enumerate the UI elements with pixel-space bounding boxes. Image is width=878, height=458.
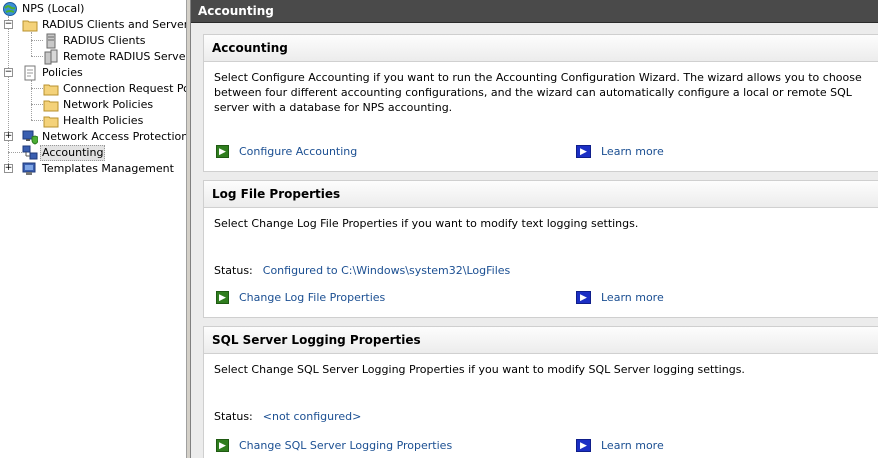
tree-line	[8, 16, 9, 168]
tree-item-label: Network Policies	[63, 98, 154, 111]
learn-more-link[interactable]: ▶ Learn more	[576, 439, 664, 452]
log-file-properties-panel: Log File Properties Select Change Log Fi…	[203, 180, 878, 318]
status-label: Status:	[214, 264, 253, 277]
sql-server-logging-panel: SQL Server Logging Properties Select Cha…	[203, 326, 878, 458]
panel-description: Select Configure Accounting if you want …	[214, 71, 862, 114]
accounting-computers-icon	[22, 145, 38, 161]
accounting-panel: Accounting Select Configure Accounting i…	[203, 34, 878, 172]
blue-arrow-icon: ▶	[576, 439, 591, 452]
expand-toggle[interactable]: +	[4, 132, 13, 141]
learn-more-label: Learn more	[601, 145, 664, 158]
panel-title: Log File Properties	[204, 181, 878, 208]
panel-title: SQL Server Logging Properties	[204, 327, 878, 354]
tree-item-label: Health Policies	[63, 114, 144, 127]
tree-item-policies[interactable]: Policies	[22, 65, 85, 81]
tree-item-label: Remote RADIUS Server G	[63, 50, 186, 63]
learn-more-label: Learn more	[601, 291, 664, 304]
folder-icon	[22, 17, 38, 33]
tree-line	[31, 40, 43, 41]
panel-title: Accounting	[204, 35, 878, 62]
tree-item-label: RADIUS Clients and Servers	[42, 18, 186, 31]
panel-description: Select Change Log File Properties if you…	[214, 217, 639, 230]
tree-item-remote-radius-server-groups[interactable]: Remote RADIUS Server G	[43, 49, 186, 65]
tree-line	[31, 104, 43, 105]
change-sql-server-logging-link[interactable]: ▶ Change SQL Server Logging Properties	[216, 439, 452, 452]
tree-item-label: Policies	[42, 66, 83, 79]
status-value: <not configured>	[262, 410, 362, 423]
navigation-tree: NPS (Local) − RADIUS Clients and Servers…	[0, 0, 186, 458]
tree-item-connection-request-policies[interactable]: Connection Request Polici	[43, 81, 186, 97]
action-label: Configure Accounting	[239, 145, 358, 158]
tree-item-label: Connection Request Polici	[63, 82, 186, 95]
collapse-toggle[interactable]: −	[4, 68, 13, 77]
tree-item-network-access-protection[interactable]: Network Access Protection	[22, 129, 186, 145]
tree-item-label: Templates Management	[42, 162, 174, 175]
folder-icon	[43, 113, 59, 129]
tree-item-label: NPS (Local)	[22, 2, 85, 15]
green-arrow-icon: ▶	[216, 291, 229, 304]
action-label: Change SQL Server Logging Properties	[239, 439, 453, 452]
tree-item-radius-clients-servers[interactable]: RADIUS Clients and Servers	[22, 17, 186, 33]
learn-more-link[interactable]: ▶ Learn more	[576, 145, 664, 158]
status-row: Status: <not configured>	[214, 410, 361, 423]
server-group-icon	[43, 49, 59, 65]
tree-item-radius-clients[interactable]: RADIUS Clients	[43, 33, 148, 49]
status-row: Status: Configured to C:\Windows\system32…	[214, 264, 510, 277]
folder-icon	[43, 97, 59, 113]
blue-arrow-icon: ▶	[576, 145, 591, 158]
panel-description: Select Change SQL Server Logging Propert…	[214, 363, 745, 376]
green-arrow-icon: ▶	[216, 145, 229, 158]
status-label: Status:	[214, 410, 253, 423]
tree-line	[8, 152, 22, 153]
blue-arrow-icon: ▶	[576, 291, 591, 304]
network-shield-icon	[22, 129, 39, 145]
green-arrow-icon: ▶	[216, 439, 229, 452]
tree-item-network-policies[interactable]: Network Policies	[43, 97, 155, 113]
templates-computer-icon	[22, 161, 38, 177]
status-value: Configured to C:\Windows\system32\LogFil…	[262, 264, 511, 277]
server-icon	[43, 33, 59, 49]
collapse-toggle[interactable]: −	[4, 20, 13, 29]
learn-more-link[interactable]: ▶ Learn more	[576, 291, 664, 304]
expand-toggle[interactable]: +	[4, 164, 13, 173]
tree-line	[31, 120, 43, 121]
action-label: Change Log File Properties	[239, 291, 386, 304]
tree-line	[31, 32, 32, 56]
tree-line	[31, 56, 43, 57]
learn-more-label: Learn more	[601, 439, 664, 452]
policy-document-icon	[22, 65, 38, 81]
details-pane: Accounting Accounting Select Configure A…	[191, 0, 878, 458]
configure-accounting-link[interactable]: ▶ Configure Accounting	[216, 145, 357, 158]
tree-line	[31, 88, 43, 89]
tree-item-accounting[interactable]: Accounting	[22, 145, 106, 161]
tree-item-label: Accounting	[40, 145, 106, 161]
tree-item-templates-management[interactable]: Templates Management	[22, 161, 176, 177]
tree-item-nps-local[interactable]: NPS (Local)	[2, 1, 86, 17]
tree-line	[31, 80, 32, 120]
folder-icon	[43, 81, 59, 97]
change-log-file-properties-link[interactable]: ▶ Change Log File Properties	[216, 291, 385, 304]
tree-item-label: Network Access Protection	[42, 130, 186, 143]
tree-item-label: RADIUS Clients	[63, 34, 146, 47]
details-pane-title: Accounting	[191, 0, 878, 23]
globe-server-icon	[2, 1, 18, 17]
tree-item-health-policies[interactable]: Health Policies	[43, 113, 145, 129]
